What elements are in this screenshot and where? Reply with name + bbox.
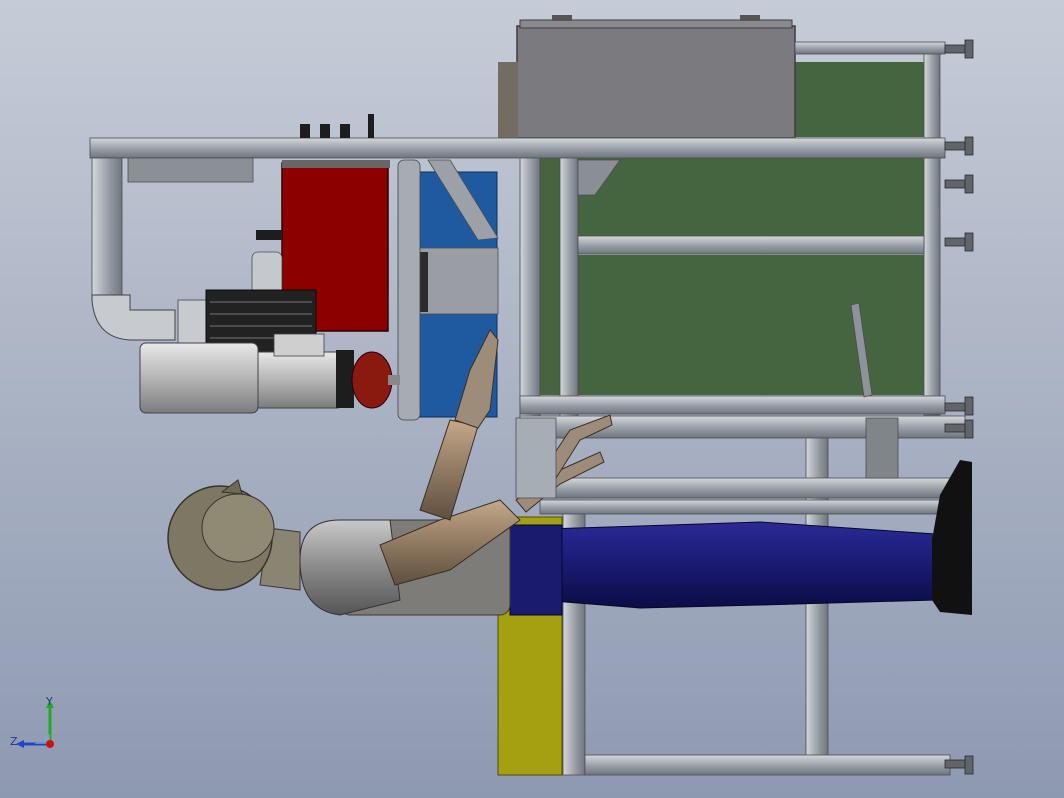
frame-bracket-left <box>127 157 254 183</box>
rail-main-top <box>89 137 946 159</box>
top-cover-tab-left <box>552 15 572 21</box>
output-flange <box>351 351 393 409</box>
frame-post-mid-1 <box>559 139 579 421</box>
green-panel-left <box>540 158 560 395</box>
output-shaft <box>388 375 400 385</box>
actuator-block <box>865 417 899 479</box>
cad-viewport[interactable]: Y Z <box>0 0 1064 798</box>
rail-lower-4 <box>539 499 941 515</box>
motor-base <box>273 333 325 357</box>
green-panel-middle <box>578 158 924 236</box>
pipe-vertical <box>397 159 421 421</box>
pelvis-block <box>509 524 563 616</box>
rail-bottom <box>584 754 951 776</box>
dummy-legs <box>514 521 936 609</box>
frame-post-left <box>91 157 123 299</box>
coupling <box>336 350 354 408</box>
rail-mid-1 <box>577 235 925 255</box>
shoulder <box>299 519 401 616</box>
y-axis-label: Y <box>46 695 53 708</box>
x-axis-dot <box>46 740 54 748</box>
assembly-model[interactable] <box>0 0 1064 798</box>
coordinate-triad: Y Z <box>8 696 78 756</box>
green-panel-upper <box>795 62 925 137</box>
rail-top <box>794 41 946 55</box>
rail-lower-1 <box>519 395 946 415</box>
triad-graphic <box>16 700 54 748</box>
top-cover-lip <box>519 19 793 29</box>
gearbox <box>257 351 339 409</box>
frame-post-right-outer <box>923 44 941 416</box>
frame-post-mid-2 <box>519 139 541 421</box>
face-plate <box>201 493 275 563</box>
clamp-bracket <box>515 417 557 499</box>
control-box-flange <box>282 160 390 168</box>
top-cover-box <box>516 25 796 139</box>
top-cover-back <box>498 62 518 142</box>
z-axis-label: Z <box>10 735 18 748</box>
motor-cylinder <box>139 342 259 414</box>
top-cover-tab-right <box>740 15 760 21</box>
green-panel-lower <box>578 255 924 395</box>
rail-lower-3 <box>539 477 961 499</box>
